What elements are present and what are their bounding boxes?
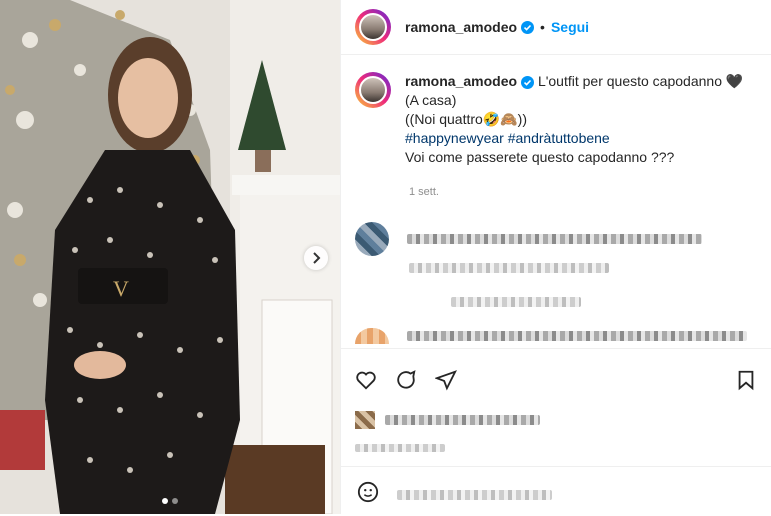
like-icon[interactable]: [355, 369, 377, 391]
post-side-panel: ramona_amodeo • Segui ramona_amodeo L'ou…: [340, 0, 771, 514]
bookmark-icon[interactable]: [735, 369, 757, 391]
caption-text: ramona_amodeo L'outfit per questo capoda…: [405, 72, 765, 167]
share-icon[interactable]: [435, 369, 457, 391]
comment-input[interactable]: [397, 487, 552, 505]
post-image: V: [0, 0, 340, 514]
comment-blurred-text: [407, 234, 702, 244]
post-photo[interactable]: V: [0, 0, 340, 514]
emoji-icon[interactable]: [357, 481, 379, 503]
view-replies[interactable]: [451, 294, 581, 312]
follow-button[interactable]: Segui: [551, 19, 589, 35]
date-blurred-text: [355, 444, 445, 452]
verified-badge-icon: [521, 75, 535, 89]
caption-line-5: Voi come passerete questo capodanno ???: [405, 149, 675, 165]
author-username[interactable]: ramona_amodeo: [405, 19, 517, 35]
caption-line-3: ((Noi quattro🤣🙈)): [405, 111, 527, 127]
carousel-indicator: [0, 498, 340, 504]
caption-line-2: (A casa): [405, 92, 457, 108]
post-caption: ramona_amodeo L'outfit per questo capoda…: [355, 72, 765, 167]
carousel-dot: [172, 498, 178, 504]
comment-item: [355, 328, 747, 344]
comment-item: [355, 222, 702, 256]
carousel-dot: [162, 498, 168, 504]
comment-blurred-text: [407, 331, 747, 341]
commenter-avatar[interactable]: [355, 328, 389, 344]
comment-blurred-replies: [451, 297, 581, 307]
author-avatar[interactable]: [355, 9, 391, 45]
carousel-next-button[interactable]: [304, 246, 328, 270]
caption-hashtags[interactable]: #happynewyear #andràtuttobene: [405, 129, 765, 148]
post-actions: [341, 348, 771, 514]
verified-badge-icon: [521, 20, 535, 34]
post-header: ramona_amodeo • Segui: [341, 0, 771, 55]
comment-blurred-meta: [409, 263, 609, 273]
liker-avatar: [355, 411, 375, 429]
add-comment-bar: [341, 466, 771, 516]
commenter-avatar[interactable]: [355, 222, 389, 256]
caption-line-1: L'outfit per questo capodanno 🖤: [537, 73, 744, 89]
likes-summary[interactable]: [355, 411, 540, 429]
caption-author-avatar[interactable]: [355, 72, 391, 108]
comment-icon[interactable]: [395, 369, 417, 391]
chevron-right-icon: [313, 252, 321, 264]
post-date: [355, 439, 445, 457]
comment-meta: [409, 260, 609, 278]
likes-blurred-text: [385, 415, 540, 425]
caption-username[interactable]: ramona_amodeo: [405, 73, 517, 89]
svg-text:V: V: [113, 276, 129, 301]
comment-input-blurred-placeholder: [397, 490, 552, 500]
caption-timestamp[interactable]: 1 sett.: [409, 186, 439, 198]
header-separator: •: [540, 19, 545, 35]
